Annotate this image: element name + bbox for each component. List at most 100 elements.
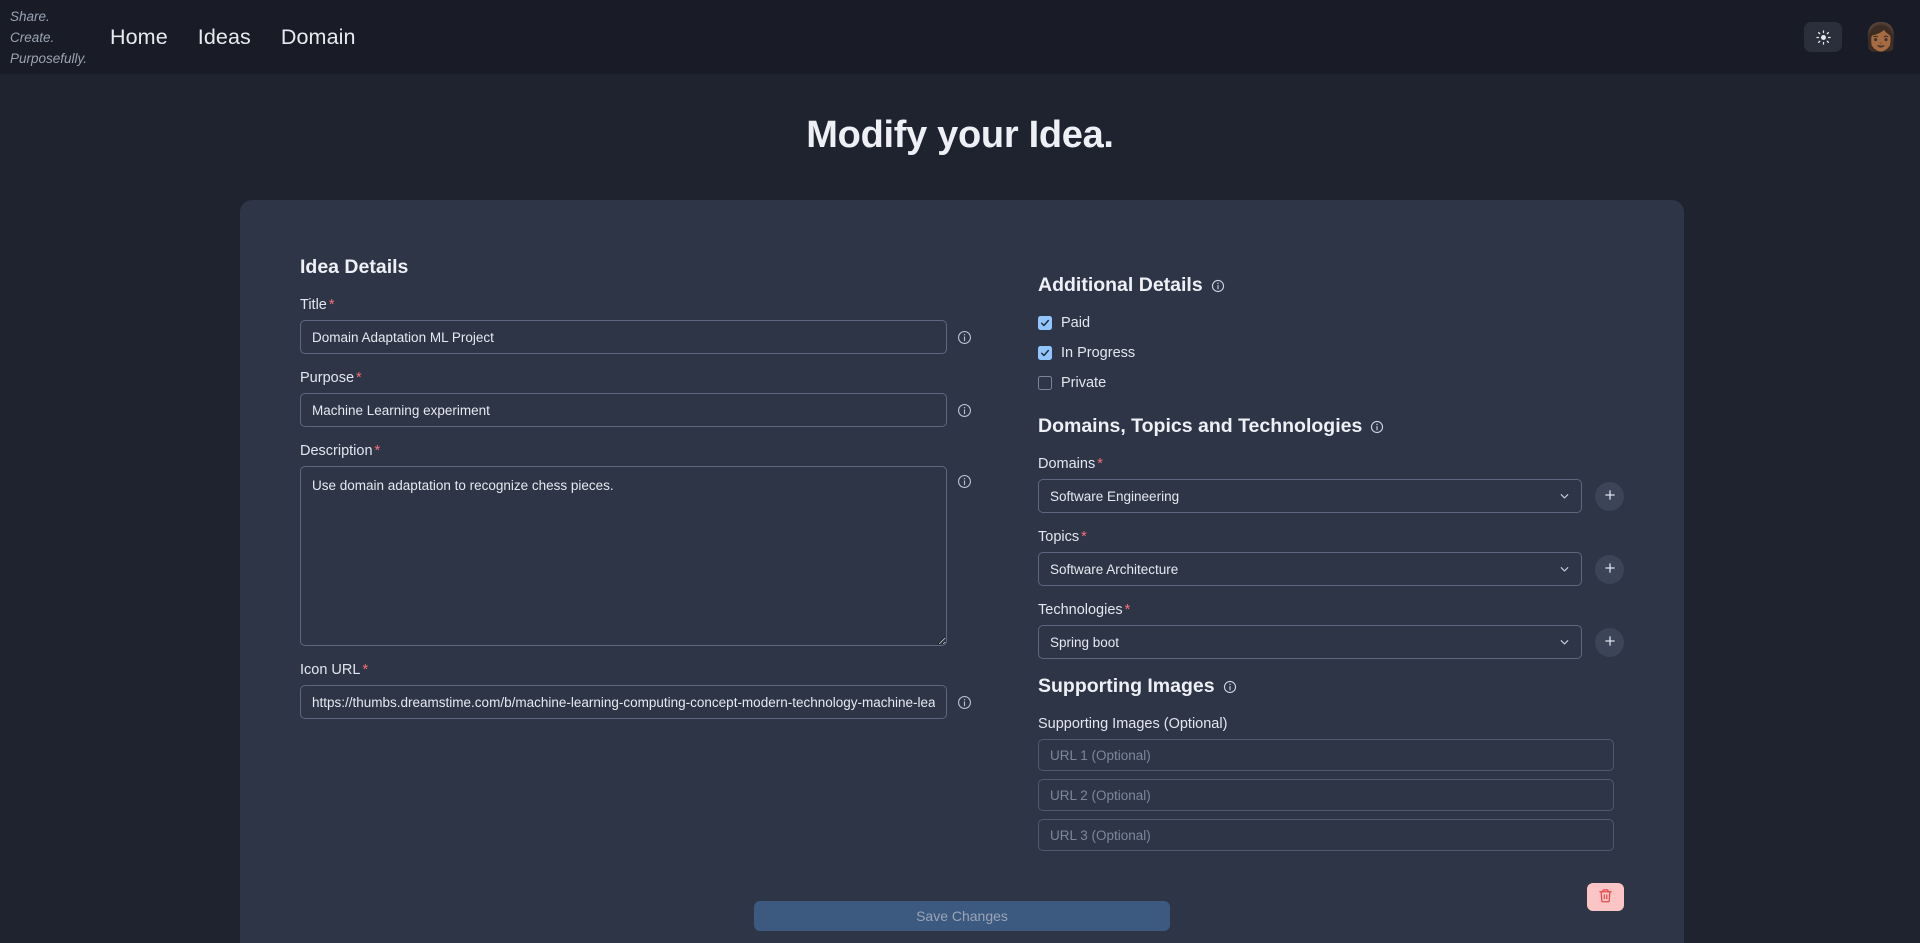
info-icon[interactable]: [1211, 279, 1225, 293]
supporting-images-heading-text: Supporting Images: [1038, 675, 1215, 697]
technologies-required-marker: *: [1124, 602, 1131, 618]
topics-label-text: Topics: [1038, 529, 1080, 545]
title-input[interactable]: [300, 320, 947, 354]
info-icon[interactable]: [957, 403, 972, 418]
add-topic-button[interactable]: [1595, 554, 1624, 584]
purpose-label: Purpose *: [300, 370, 972, 386]
brand-line-1: Share.: [10, 8, 50, 24]
private-label[interactable]: Private: [1061, 375, 1106, 391]
theme-toggle-button[interactable]: [1804, 22, 1842, 52]
icon-url-required-marker: *: [362, 662, 369, 678]
field-purpose: Purpose *: [300, 370, 972, 427]
info-icon[interactable]: [957, 474, 972, 489]
field-description: Description * Use domain adaptation to re…: [300, 443, 972, 646]
brand-tagline: Share. Create. Purposefully.: [10, 6, 98, 69]
technologies-label: Technologies *: [1038, 602, 1624, 618]
avatar-emoji: 👩🏾: [1864, 21, 1898, 52]
idea-form-card: Idea Details Title * Domain Adaptation M…: [240, 200, 1684, 943]
domains-select-wrapper: Software Engineering: [1038, 479, 1582, 513]
paid-checkbox[interactable]: [1038, 316, 1052, 330]
main-nav: Home Ideas Domain: [110, 25, 356, 50]
field-technologies: Technologies * Spring boot: [1038, 602, 1624, 659]
page-title: Modify your Idea.: [806, 114, 1114, 156]
icon-url-label-text: Icon URL: [300, 662, 361, 678]
icon-url-info-icon-slot: [956, 685, 972, 719]
trash-icon: [1598, 888, 1613, 906]
title-label-text: Title: [300, 297, 327, 313]
description-textarea[interactable]: Use domain adaptation to recognize chess…: [300, 466, 947, 646]
domains-required-marker: *: [1097, 456, 1103, 472]
plus-icon: [1603, 634, 1617, 651]
supporting-image-url-2-input[interactable]: [1038, 779, 1614, 811]
additional-details-column: Additional Details Paid In Progress Priv…: [1038, 256, 1624, 867]
supporting-images-heading: Supporting Images: [1038, 675, 1624, 698]
in-progress-label[interactable]: In Progress: [1061, 345, 1135, 361]
additional-details-heading: Additional Details: [1038, 274, 1624, 297]
brand-line-3: Purposefully.: [10, 50, 88, 66]
supporting-image-url-1-input[interactable]: [1038, 739, 1614, 771]
checkbox-row-paid[interactable]: Paid: [1038, 315, 1624, 331]
field-icon-url: Icon URL *: [300, 662, 972, 719]
title-required-marker: *: [328, 297, 335, 313]
private-checkbox[interactable]: [1038, 376, 1052, 390]
supporting-image-url-3-input[interactable]: [1038, 819, 1614, 851]
field-supporting-images: Supporting Images (Optional): [1038, 716, 1624, 851]
topics-required-marker: *: [1081, 529, 1087, 545]
domains-select[interactable]: Software Engineering: [1038, 479, 1582, 513]
checkbox-row-private[interactable]: Private: [1038, 375, 1624, 391]
info-icon[interactable]: [1223, 680, 1237, 694]
info-icon[interactable]: [1370, 420, 1384, 434]
checkbox-row-in-progress[interactable]: In Progress: [1038, 345, 1624, 361]
topics-select[interactable]: Software Architecture: [1038, 552, 1582, 586]
nav-link-home[interactable]: Home: [110, 25, 168, 50]
navbar-right-controls: 👩🏾: [1804, 20, 1898, 54]
nav-link-ideas[interactable]: Ideas: [198, 25, 251, 50]
description-label-text: Description: [300, 443, 373, 459]
field-title: Title *: [300, 297, 972, 354]
purpose-required-marker: *: [356, 370, 362, 386]
technologies-label-text: Technologies: [1038, 602, 1123, 618]
save-button-container: Save Changes: [300, 901, 1624, 931]
additional-details-heading-text: Additional Details: [1038, 274, 1203, 296]
info-icon[interactable]: [957, 330, 972, 345]
icon-url-label: Icon URL *: [300, 662, 972, 678]
brand-line-2: Create.: [10, 29, 55, 45]
delete-button-container: [1587, 883, 1624, 911]
plus-icon: [1603, 561, 1617, 578]
info-icon[interactable]: [957, 695, 972, 710]
plus-icon: [1603, 488, 1617, 505]
supporting-images-label: Supporting Images (Optional): [1038, 716, 1228, 732]
title-info-icon-slot: [956, 320, 972, 354]
user-avatar[interactable]: 👩🏾: [1864, 20, 1898, 54]
title-label: Title *: [300, 297, 972, 313]
idea-details-heading-text: Idea Details: [300, 256, 409, 278]
top-navbar: Share. Create. Purposefully. Home Ideas …: [0, 0, 1920, 74]
icon-url-input[interactable]: [300, 685, 947, 719]
in-progress-checkbox[interactable]: [1038, 346, 1052, 360]
description-info-icon-slot: [956, 466, 972, 500]
domains-section-heading: Domains, Topics and Technologies: [1038, 415, 1624, 438]
purpose-label-text: Purpose: [300, 370, 355, 386]
add-technology-button[interactable]: [1595, 627, 1624, 657]
description-required-marker: *: [374, 443, 381, 459]
nav-link-domain[interactable]: Domain: [281, 25, 356, 50]
sun-icon: [1815, 29, 1831, 45]
idea-details-column: Idea Details Title * Domain Adaptation M…: [300, 256, 972, 867]
description-label: Description *: [300, 443, 972, 459]
topics-label: Topics *: [1038, 529, 1624, 545]
purpose-input[interactable]: [300, 393, 947, 427]
domains-section-heading-text: Domains, Topics and Technologies: [1038, 415, 1363, 437]
domains-label: Domains *: [1038, 456, 1624, 472]
add-domain-button[interactable]: [1595, 481, 1624, 511]
field-topics: Topics * Software Architecture: [1038, 529, 1624, 586]
technologies-select[interactable]: Spring boot: [1038, 625, 1582, 659]
idea-details-heading: Idea Details: [300, 256, 972, 279]
field-domains: Domains * Software Engineering: [1038, 456, 1624, 513]
topics-select-wrapper: Software Architecture: [1038, 552, 1582, 586]
delete-idea-button[interactable]: [1587, 883, 1624, 911]
save-changes-button[interactable]: Save Changes: [754, 901, 1170, 931]
paid-label[interactable]: Paid: [1061, 315, 1090, 331]
domains-label-text: Domains: [1038, 456, 1096, 472]
purpose-info-icon-slot: [956, 393, 972, 427]
technologies-select-wrapper: Spring boot: [1038, 625, 1582, 659]
